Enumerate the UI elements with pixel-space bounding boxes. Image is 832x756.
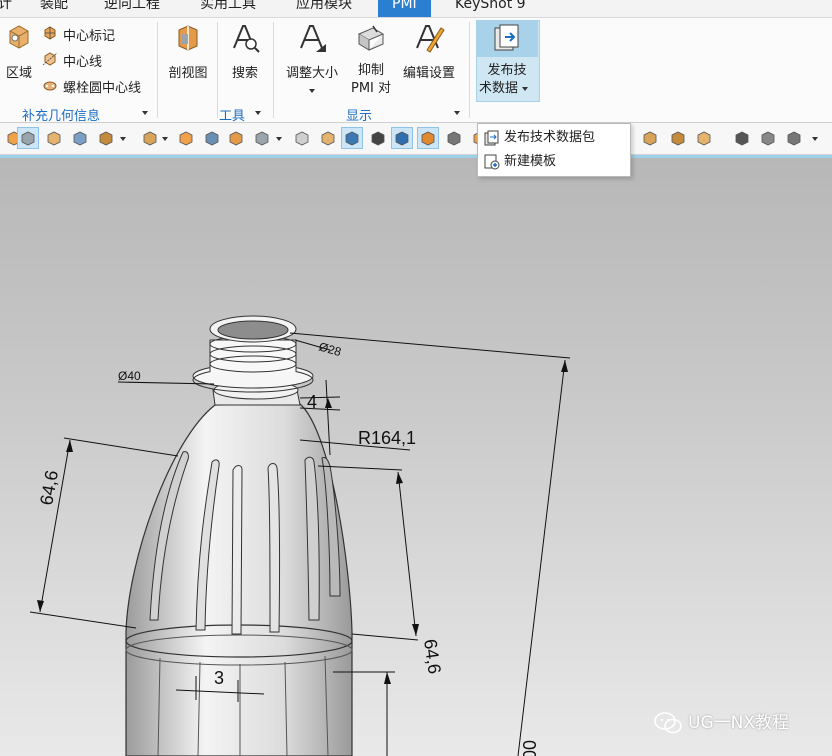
bolt-circle-centerline-button[interactable]: 螺栓圆中心线: [63, 77, 141, 96]
tab-applications[interactable]: 应用模块: [296, 0, 352, 17]
dim-neck-diameter[interactable]: Ø40: [118, 369, 141, 383]
group-label-tools: 工具: [219, 109, 246, 124]
new-template-icon: [484, 154, 500, 169]
graphics-viewport[interactable]: Ø28 Ø40 4 R164,1 64,6 64,6 3 200: [0, 158, 832, 756]
wechat-icon: [654, 712, 682, 734]
body-icon[interactable]: [140, 128, 160, 148]
component-icon[interactable]: [252, 128, 272, 148]
line-icon[interactable]: [391, 127, 413, 149]
toolbar-dropdown-icon[interactable]: [162, 137, 168, 141]
resize-icon: [300, 25, 326, 52]
snap-icon[interactable]: [17, 127, 39, 149]
bottle-body: [125, 403, 353, 756]
bottle-model-view[interactable]: Ø28 Ø40 4 R164,1 64,6 64,6 3 200: [0, 158, 832, 756]
resize-label: 调整大小: [285, 66, 338, 81]
dim-total-height[interactable]: 200: [520, 740, 540, 756]
region-icon: [9, 25, 29, 49]
search-a-icon: [233, 25, 260, 53]
publish-package-icon: [484, 130, 499, 145]
supplement-group-dropdown-icon[interactable]: [142, 111, 148, 115]
publish-label-line1: 发布技: [487, 63, 527, 78]
region-button[interactable]: 区域: [2, 22, 36, 81]
center-mark-icon: [44, 26, 56, 40]
watermark: UG一NX教程: [654, 708, 789, 734]
display-group-dropdown-icon[interactable]: [454, 111, 460, 115]
suppress-pmi-label-line2: PMI 对: [350, 81, 392, 96]
tab-design[interactable]: 计: [0, 0, 12, 17]
section-icon[interactable]: [668, 128, 688, 148]
publish-tech-data-icon: [494, 24, 519, 51]
tab-keyshot[interactable]: KeyShot 9: [455, 0, 526, 17]
suppress-pmi-icon: [357, 25, 385, 51]
group-label-display: 显示: [346, 109, 373, 124]
edge-icon[interactable]: [70, 128, 90, 148]
selection-toolbar: [0, 123, 832, 155]
edit-settings-button[interactable]: 编辑设置: [399, 22, 459, 81]
resize-button[interactable]: 调整大小: [282, 22, 342, 96]
pmi-snap-icon[interactable]: [368, 128, 388, 148]
dim-height-4[interactable]: 4: [307, 392, 317, 412]
publish-dropdown-icon[interactable]: [522, 86, 529, 91]
group-separator: [217, 22, 218, 118]
search-button[interactable]: 搜索: [225, 22, 265, 81]
tab-pmi[interactable]: PMI: [378, 0, 431, 17]
tab-reverse-engineering[interactable]: 逆向工程: [104, 0, 160, 17]
fit-icon[interactable]: [694, 128, 714, 148]
group-label-supplement: 补充几何信息: [22, 109, 101, 124]
centerline-icon: [42, 52, 58, 66]
toolbar-dropdown-icon[interactable]: [812, 137, 818, 141]
target-icon[interactable]: [341, 127, 363, 149]
center-mark-button[interactable]: 中心标记: [63, 25, 115, 44]
dim-thread-diameter[interactable]: Ø28: [317, 339, 343, 359]
face-icon[interactable]: [96, 128, 116, 148]
ribbon: 区域 中心标记 中心线 螺栓圆中心线 补充几何信息 剖视图 搜索 工具 调整大小…: [0, 18, 832, 124]
dim-radius[interactable]: R164,1: [358, 428, 416, 448]
view-icon[interactable]: [640, 128, 660, 148]
resize-dropdown-icon[interactable]: [309, 88, 315, 93]
search-label: 搜索: [231, 66, 258, 81]
toolbar-dropdown-icon[interactable]: [276, 137, 282, 141]
region-label: 区域: [5, 66, 32, 81]
render-icon[interactable]: [784, 128, 804, 148]
group-separator: [469, 22, 470, 118]
sheet-icon[interactable]: [318, 128, 338, 148]
bolt-circle-centerline-icon: [43, 81, 57, 91]
group-separator: [273, 22, 274, 118]
tab-utilities[interactable]: 实用工具: [200, 0, 256, 17]
publish-dropdown-menu: 发布技术数据包 新建模板: [477, 123, 631, 177]
suppress-pmi-label-line1: 抑制: [357, 63, 384, 78]
section-view-button[interactable]: 剖视图: [164, 22, 212, 81]
curve-icon[interactable]: [202, 128, 222, 148]
bottle-neck: [192, 315, 314, 406]
edit-settings-label: 编辑设置: [402, 66, 455, 81]
solid-icon[interactable]: [292, 128, 312, 148]
shaded-icon[interactable]: [732, 128, 752, 148]
watermark-text: UG一NX教程: [688, 713, 789, 733]
menu-item-label: 新建模板: [504, 154, 557, 169]
feature-icon[interactable]: [176, 128, 196, 148]
dim-rib-width[interactable]: 3: [214, 668, 224, 688]
section-view-icon: [178, 25, 198, 51]
menu-item-label: 发布技术数据包: [504, 130, 596, 145]
tools-group-dropdown-icon[interactable]: [255, 111, 261, 115]
tab-assembly[interactable]: 装配: [40, 0, 68, 17]
section-view-label: 剖视图: [168, 66, 208, 81]
wireframe-icon[interactable]: [758, 128, 778, 148]
suppress-pmi-button[interactable]: 抑制 PMI 对: [346, 22, 396, 98]
edit-settings-icon: [416, 25, 445, 53]
dim-right-height[interactable]: 64,6: [420, 638, 445, 675]
menu-item-new-template[interactable]: 新建模板: [484, 152, 556, 172]
point-icon[interactable]: [226, 128, 246, 148]
filter-icon[interactable]: [44, 128, 64, 148]
group-separator: [157, 22, 158, 118]
dim-left-height[interactable]: 64,6: [36, 469, 62, 507]
ribbon-tab-bar: 计 装配 逆向工程 实用工具 应用模块 PMI KeyShot 9: [0, 0, 832, 18]
curve-snap-icon[interactable]: [444, 128, 464, 148]
toolbar-dropdown-icon[interactable]: [120, 137, 126, 141]
edit-line-icon[interactable]: [417, 127, 439, 149]
publish-tech-data-button[interactable]: 发布技 术数据: [476, 22, 538, 98]
centerline-button[interactable]: 中心线: [63, 51, 102, 70]
menu-item-publish-package[interactable]: 发布技术数据包: [484, 128, 595, 148]
publish-label-line2: 术数据: [476, 80, 538, 98]
